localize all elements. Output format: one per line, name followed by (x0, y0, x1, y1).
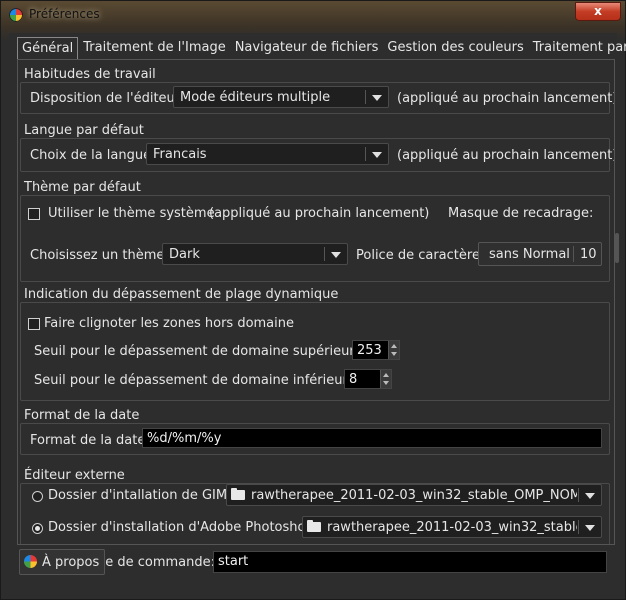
spin-arrows-icon[interactable] (388, 341, 399, 359)
font-name: sans Normal (489, 247, 570, 262)
theme-value: Dark (169, 247, 200, 262)
combo-separator (578, 488, 579, 502)
date-format-label: Format de la date: (30, 433, 150, 448)
language-note: (appliqué au prochain lancement) (397, 148, 615, 163)
photoshop-folder-chooser[interactable]: rawtherapee_2011-02-03_win32_stable_... (302, 516, 602, 538)
tab-file-browser[interactable]: Navigateur de fichiers (231, 37, 383, 59)
chevron-down-icon (331, 252, 341, 258)
photoshop-radio[interactable] (32, 523, 43, 534)
photoshop-label[interactable]: Dossier d'installation d'Adobe Photoshop… (48, 520, 318, 535)
dynamic-range-title: Indication du dépassement de plage dynam… (24, 287, 339, 302)
lower-threshold-spin[interactable]: 8 (344, 369, 392, 389)
crop-mask-label: Masque de recadrage: (448, 206, 594, 221)
close-button[interactable]: x (575, 2, 621, 21)
spin-arrows-icon[interactable] (380, 370, 391, 388)
app-icon (9, 8, 23, 22)
work-habits-title: Habitudes de travail (24, 67, 156, 82)
chevron-down-icon (585, 525, 595, 531)
tab-bar: Général Traitement de l'Image Navigateur… (17, 37, 626, 60)
combo-separator (578, 520, 579, 534)
photoshop-path: rawtherapee_2011-02-03_win32_stable_... (327, 520, 577, 535)
font-label: Police de caractère: (356, 248, 485, 263)
editor-layout-value: Mode éditeurs multiple (180, 90, 331, 105)
tab-general[interactable]: Général (17, 37, 79, 60)
gimp-path: rawtherapee_2011-02-03_win32_stable_OMP_… (251, 488, 577, 503)
upper-threshold-spin[interactable]: 253 (352, 340, 400, 360)
panel-scrollbar[interactable] (615, 233, 619, 263)
system-theme-label[interactable]: Utiliser le thème système (48, 206, 215, 221)
default-language-title: Langue par défaut (24, 123, 144, 138)
system-theme-note: (appliqué au prochain lancement) (209, 206, 430, 221)
font-separator (573, 246, 574, 262)
lower-threshold-label: Seuil pour le dépassement de domaine inf… (34, 373, 352, 388)
language-combo[interactable]: Francais (146, 143, 389, 165)
tab-image-processing[interactable]: Traitement de l'Image (79, 37, 229, 59)
editor-layout-combo[interactable]: Mode éditeurs multiple (173, 86, 389, 108)
upper-threshold-label: Seuil pour le dépassement de domaine sup… (34, 344, 359, 359)
combo-separator (365, 90, 366, 104)
language-label: Choix de la langue: (30, 148, 156, 163)
editor-layout-note: (appliqué au prochain lancement) (397, 91, 615, 106)
gimp-radio[interactable] (32, 491, 43, 502)
about-button[interactable]: À propos (19, 549, 105, 575)
command-line-label: ne de commande: (97, 555, 216, 570)
font-button[interactable]: sans Normal 10 (478, 242, 602, 266)
chevron-down-icon (372, 152, 382, 158)
font-size: 10 (580, 247, 597, 262)
command-line-input[interactable]: start (213, 551, 607, 573)
gimp-label[interactable]: Dossier d'intallation de GIMP: (48, 488, 239, 503)
date-format-title: Format de la date (24, 408, 140, 423)
gimp-folder-chooser[interactable]: rawtherapee_2011-02-03_win32_stable_OMP_… (226, 484, 602, 506)
blink-checkbox[interactable] (28, 318, 40, 330)
window-title: Préférences (29, 7, 100, 21)
default-theme-title: Thème par défaut (24, 180, 141, 195)
chevron-down-icon (372, 95, 382, 101)
system-theme-checkbox[interactable] (28, 208, 40, 220)
lower-threshold-value: 8 (349, 372, 358, 387)
dialog-content: Général Traitement de l'Image Navigateur… (9, 33, 626, 591)
date-format-input[interactable]: %d/%m/%y (142, 428, 602, 448)
folder-icon (307, 520, 321, 532)
tab-batch-processing[interactable]: Traitement par lot (529, 37, 626, 59)
title-bar[interactable]: Préférences x (1, 1, 625, 29)
editor-layout-label: Disposition de l'éditeur: (30, 91, 185, 106)
preferences-window: Préférences x Général Traitement de l'Im… (0, 0, 626, 600)
upper-threshold-value: 253 (357, 343, 382, 358)
combo-separator (324, 247, 325, 261)
general-panel: Habitudes de travail Disposition de l'éd… (17, 59, 615, 545)
blink-label[interactable]: Faire clignoter les zones hors domaine (44, 316, 294, 331)
chevron-down-icon (585, 493, 595, 499)
bottom-bar: ne de commande: start À propos (17, 545, 613, 589)
language-value: Francais (153, 147, 207, 162)
about-icon (24, 555, 37, 568)
external-editor-title: Éditeur externe (24, 468, 125, 483)
combo-separator (365, 147, 366, 161)
tab-color-management[interactable]: Gestion des couleurs (383, 37, 527, 59)
choose-theme-label: Choisissez un thème: (30, 248, 169, 263)
about-label: À propos (42, 555, 100, 570)
folder-icon (231, 488, 245, 500)
theme-combo[interactable]: Dark (162, 243, 348, 265)
